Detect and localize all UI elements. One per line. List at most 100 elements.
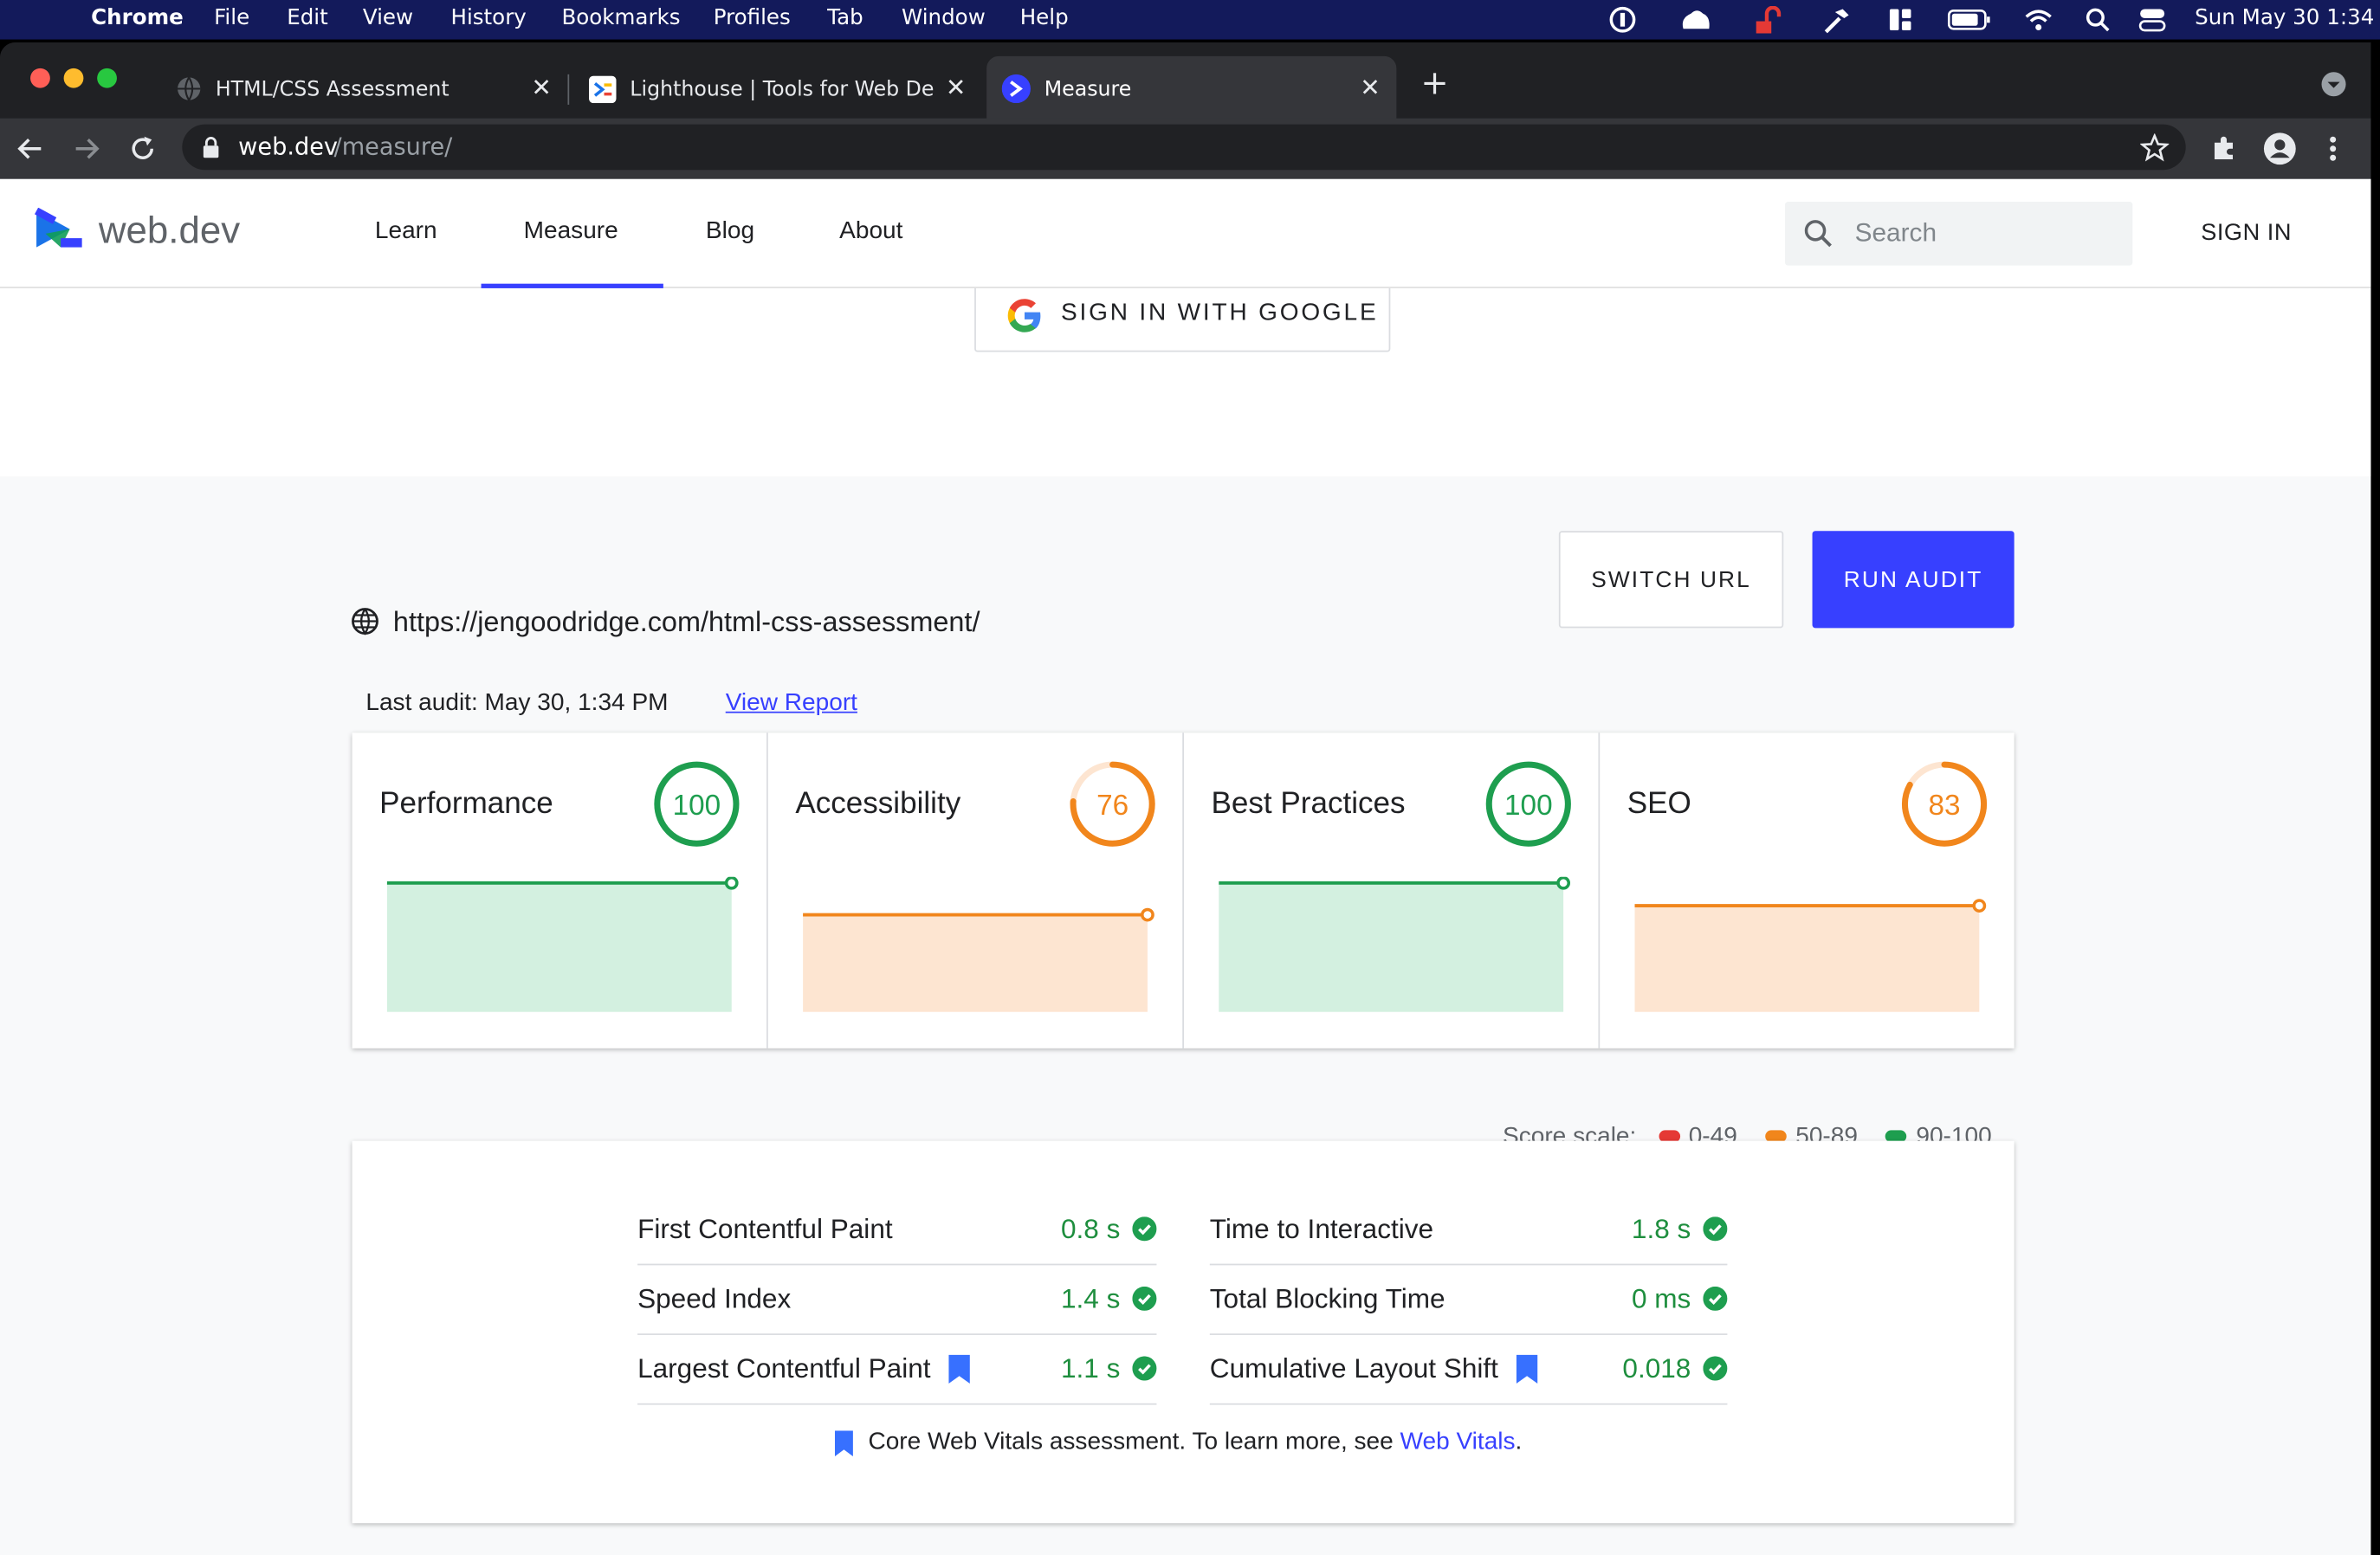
- webdev-logo-icon[interactable]: [34, 208, 86, 250]
- chrome-menu-icon[interactable]: [2327, 133, 2339, 164]
- category-title: Performance: [379, 787, 553, 821]
- switch-url-button[interactable]: SWITCH URL: [1558, 531, 1784, 629]
- audited-url: https://jengoodridge.com/html-css-assess…: [392, 605, 980, 637]
- web-page: web.dev Learn Measure Blog About Search …: [0, 178, 2371, 1555]
- forward-arrow-icon[interactable]: [71, 133, 101, 164]
- tab-html-css-assessment[interactable]: HTML/CSS Assessment ✕: [158, 56, 567, 121]
- metric-value: 0.8 s: [1060, 1213, 1121, 1244]
- score-cards: Performance 100 Accessibility 76 Best Pr…: [352, 732, 2015, 1048]
- svg-text:100: 100: [1504, 790, 1553, 822]
- last-audit-text: Last audit: May 30, 1:34 PM: [365, 690, 669, 717]
- password-manager-icon[interactable]: [1609, 6, 1637, 34]
- site-logo-text[interactable]: web.dev: [99, 210, 240, 254]
- score-gauge: 83: [1901, 761, 1988, 847]
- globe-icon: [352, 608, 378, 636]
- pass-check-icon: [1132, 1356, 1157, 1381]
- security-app-icon[interactable]: [1753, 6, 1783, 34]
- run-audit-button[interactable]: RUN AUDIT: [1812, 531, 2015, 629]
- metric-label: Time to Interactive: [1209, 1213, 1434, 1244]
- sign-in-link[interactable]: SIGN IN: [2201, 220, 2292, 248]
- core-web-vital-bookmark-icon: [948, 1354, 971, 1384]
- category-title: SEO: [1627, 787, 1691, 821]
- browser-toolbar: web.dev /measure/: [0, 118, 2371, 179]
- metric-label: Largest Contentful Paint: [637, 1352, 931, 1384]
- tab-lighthouse[interactable]: Lighthouse | Tools for Web De ✕: [573, 56, 983, 121]
- score-gauge: 100: [1485, 761, 1571, 847]
- layout-app-icon[interactable]: [1886, 6, 1914, 34]
- metrics-panel: First Contentful Paint 0.8 s Speed Index…: [352, 1140, 2015, 1524]
- score-gauge: 76: [1070, 761, 1155, 847]
- lock-icon[interactable]: [202, 137, 220, 159]
- desktop-edge: [2370, 42, 2380, 1555]
- wifi-icon[interactable]: [2023, 6, 2053, 34]
- metric-row: Cumulative Layout Shift 0.018: [1209, 1335, 1728, 1405]
- menu-edit[interactable]: Edit: [287, 6, 328, 30]
- score-card-performance[interactable]: Performance 100: [352, 732, 768, 1048]
- sign-in-band: SIGN IN WITH GOOGLE: [0, 275, 2371, 477]
- menu-window[interactable]: Window: [902, 6, 986, 30]
- score-card-best-practices[interactable]: Best Practices 100: [1184, 732, 1601, 1048]
- extensions-puzzle-icon[interactable]: [2210, 133, 2239, 162]
- menu-tab[interactable]: Tab: [827, 6, 863, 30]
- bookmark-star-icon[interactable]: [2140, 133, 2170, 162]
- browser-window: HTML/CSS Assessment ✕ Lighthouse | Tools…: [0, 42, 2371, 1555]
- control-center-icon[interactable]: [2137, 6, 2168, 34]
- metric-value: 1.4 s: [1060, 1283, 1121, 1314]
- close-tab-icon[interactable]: ✕: [1360, 73, 1380, 101]
- battery-icon[interactable]: [1947, 6, 1994, 34]
- nav-about[interactable]: About: [839, 218, 902, 246]
- spotlight-search-icon[interactable]: [2084, 6, 2112, 34]
- site-search-input[interactable]: Search: [1784, 202, 2133, 266]
- close-window-button[interactable]: [30, 68, 50, 88]
- profile-avatar-icon[interactable]: [2263, 132, 2297, 165]
- core-web-vital-bookmark-icon: [834, 1429, 853, 1456]
- tab-strip: HTML/CSS Assessment ✕ Lighthouse | Tools…: [0, 42, 2371, 122]
- search-placeholder: Search: [1854, 218, 1937, 248]
- globe-favicon-icon: [178, 76, 201, 102]
- metric-row: First Contentful Paint 0.8 s: [637, 1196, 1157, 1266]
- metric-label-wrap: Largest Contentful Paint: [637, 1352, 971, 1385]
- nav-measure[interactable]: Measure: [524, 218, 618, 246]
- metric-label: First Contentful Paint: [637, 1213, 893, 1244]
- view-report-link[interactable]: View Report: [726, 690, 857, 718]
- pass-check-icon: [1703, 1216, 1728, 1242]
- minimize-window-button[interactable]: [63, 68, 84, 88]
- tab-title: Measure: [1044, 76, 1132, 101]
- macos-menubar: Chrome File Edit View History Bookmarks …: [0, 0, 2380, 40]
- metric-label: Cumulative Layout Shift: [1209, 1352, 1498, 1384]
- menu-view[interactable]: View: [363, 6, 413, 30]
- menu-profiles[interactable]: Profiles: [714, 6, 791, 30]
- nav-learn[interactable]: Learn: [375, 218, 437, 246]
- tab-title: Lighthouse | Tools for Web De: [630, 76, 934, 101]
- tab-search-icon[interactable]: [2321, 71, 2347, 97]
- score-card-accessibility[interactable]: Accessibility 76: [768, 732, 1184, 1048]
- menu-file[interactable]: File: [214, 6, 249, 30]
- menu-history[interactable]: History: [451, 6, 527, 30]
- close-tab-icon[interactable]: ✕: [531, 73, 551, 101]
- hammer-icon[interactable]: [1821, 6, 1852, 34]
- menu-app-name[interactable]: Chrome: [91, 6, 184, 30]
- metric-value: 1.1 s: [1060, 1352, 1121, 1384]
- back-arrow-icon[interactable]: [16, 133, 46, 164]
- new-tab-button[interactable]: +: [1420, 65, 1448, 103]
- address-bar[interactable]: web.dev /measure/: [182, 124, 2186, 171]
- metric-value: 0 ms: [1631, 1283, 1691, 1314]
- nav-blog[interactable]: Blog: [706, 218, 754, 246]
- zoom-window-button[interactable]: [97, 68, 117, 88]
- cloud-app-icon[interactable]: [1678, 6, 1714, 34]
- pass-check-icon: [1132, 1286, 1157, 1311]
- metric-label-wrap: Cumulative Layout Shift: [1210, 1353, 1538, 1385]
- web-vitals-link[interactable]: Web Vitals: [1400, 1429, 1516, 1457]
- tab-measure[interactable]: Measure ✕: [986, 55, 1397, 122]
- score-card-seo[interactable]: SEO 83: [1600, 732, 2015, 1048]
- menubar-clock[interactable]: Sun May 30 1:34: [2195, 6, 2374, 30]
- close-tab-icon[interactable]: ✕: [946, 73, 966, 101]
- reload-icon[interactable]: [127, 133, 158, 164]
- search-icon: [1804, 220, 1832, 248]
- google-g-icon: [1007, 299, 1041, 332]
- menu-bookmarks[interactable]: Bookmarks: [561, 6, 680, 30]
- score-history-chart: [386, 876, 739, 1012]
- menu-help[interactable]: Help: [1020, 6, 1069, 30]
- metric-row: Total Blocking Time 0 ms: [1209, 1265, 1728, 1335]
- svg-text:76: 76: [1096, 790, 1129, 822]
